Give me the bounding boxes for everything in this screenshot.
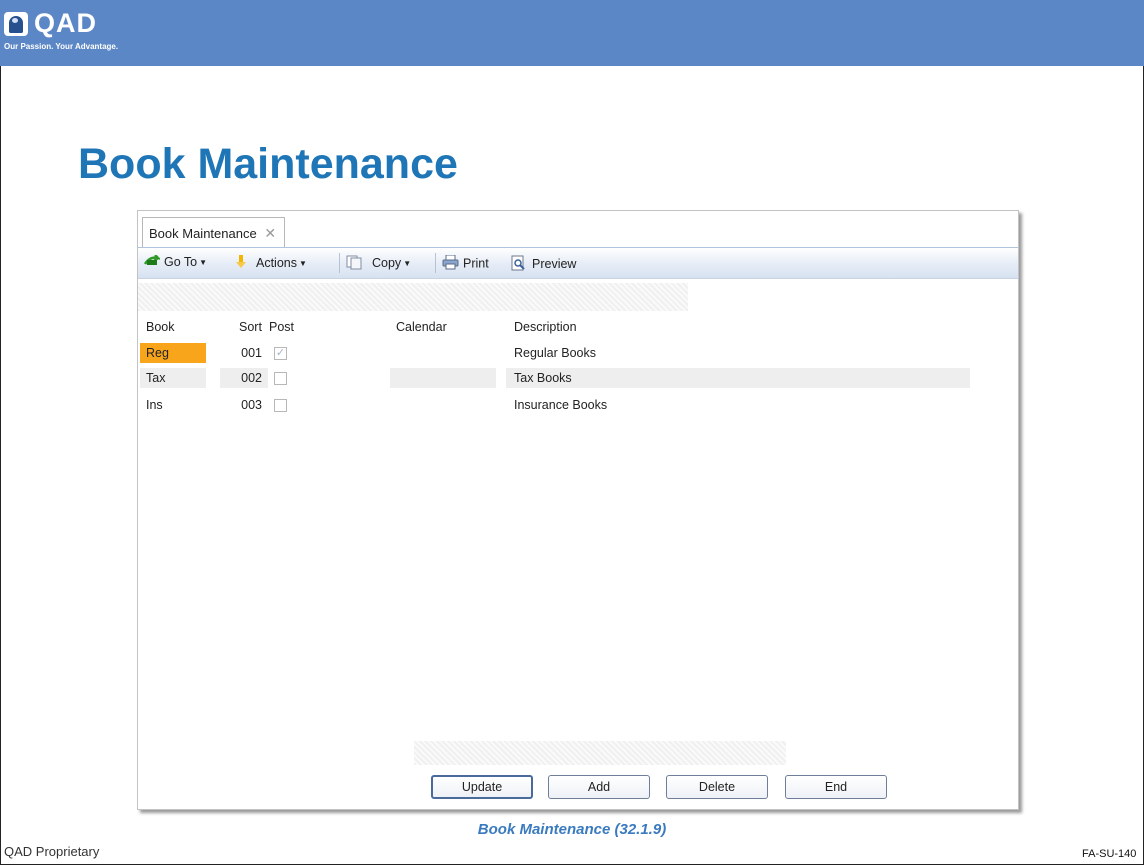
- actions-dropdown-icon: ▼: [299, 258, 307, 268]
- copy-dropdown-icon: ▼: [403, 259, 412, 269]
- col-header-description: Description: [514, 320, 577, 334]
- status-bar: [414, 741, 786, 765]
- book-cell[interactable]: Tax: [140, 368, 206, 388]
- goto-dropdown-icon: ▼: [199, 258, 208, 267]
- goto-menu[interactable]: Go To ▼: [143, 254, 208, 270]
- figure-caption: Book Maintenance (32.1.9): [477, 821, 667, 838]
- toolbar: Go To ▼ Actions ▼ Copy ▼ Print Preview: [138, 247, 1018, 279]
- delete-button[interactable]: Delete: [666, 775, 768, 799]
- actions-icon: [236, 255, 246, 272]
- logo-text: QAD: [34, 8, 97, 38]
- sort-cell[interactable]: 001: [220, 343, 268, 363]
- sort-cell[interactable]: 003: [220, 395, 268, 415]
- col-header-post: Post: [269, 320, 295, 334]
- print-label: Print: [463, 256, 489, 271]
- add-button[interactable]: Add: [548, 775, 650, 799]
- actions-menu[interactable]: Actions ▼: [236, 255, 307, 272]
- book-cell[interactable]: Reg: [140, 343, 206, 363]
- col-header-sort: Sort: [239, 320, 262, 334]
- preview-icon: [511, 255, 526, 274]
- description-cell[interactable]: Insurance Books: [506, 395, 970, 415]
- book-cell[interactable]: Ins: [140, 395, 206, 415]
- footer-proprietary: QAD Proprietary: [4, 844, 100, 859]
- toolbar-separator: [435, 253, 436, 273]
- calendar-cell[interactable]: [390, 395, 496, 415]
- col-header-calendar: Calendar: [396, 320, 447, 334]
- print-button[interactable]: Print: [442, 254, 489, 273]
- checkmark-icon: ✓: [275, 347, 286, 359]
- post-checkbox[interactable]: [274, 372, 287, 385]
- tab-book-maintenance[interactable]: Book Maintenance ✕: [142, 217, 286, 248]
- goto-label: Go To: [164, 255, 198, 269]
- goto-arrow-icon: [143, 254, 163, 270]
- page-title: Book Maintenance: [78, 140, 458, 188]
- update-button[interactable]: Update: [431, 775, 533, 799]
- toolbar-separator: [339, 253, 340, 273]
- calendar-cell[interactable]: [390, 368, 496, 388]
- sort-cell[interactable]: 002: [220, 368, 268, 388]
- copy-icon: [346, 255, 362, 273]
- book-maintenance-window: Book Maintenance ✕ Go To ▼ Actions ▼ Copy ▼…: [137, 210, 1019, 810]
- filter-bar: [138, 283, 688, 311]
- close-tab-icon[interactable]: ✕: [264, 225, 276, 241]
- printer-icon: [442, 254, 459, 273]
- logo-tagline: Our Passion. Your Advantage.: [4, 42, 119, 51]
- copy-label: Copy: [372, 256, 402, 271]
- col-header-book: Book: [146, 320, 175, 334]
- calendar-cell[interactable]: [390, 343, 496, 363]
- end-button[interactable]: End: [785, 775, 887, 799]
- preview-label: Preview: [532, 256, 577, 271]
- actions-label: Actions: [256, 255, 297, 270]
- preview-button[interactable]: Preview: [511, 255, 576, 274]
- header-bar: QAD Our Passion. Your Advantage.: [0, 0, 1144, 66]
- description-cell[interactable]: Regular Books: [506, 343, 970, 363]
- post-checkbox[interactable]: [274, 399, 287, 412]
- footer-slide-code: FA-SU-140: [1082, 848, 1137, 860]
- qad-logo-icon: [4, 12, 28, 36]
- copy-menu[interactable]: Copy ▼: [346, 255, 411, 273]
- description-cell[interactable]: Tax Books: [506, 368, 970, 388]
- tab-label: Book Maintenance: [149, 226, 257, 241]
- post-checkbox[interactable]: ✓: [274, 347, 287, 360]
